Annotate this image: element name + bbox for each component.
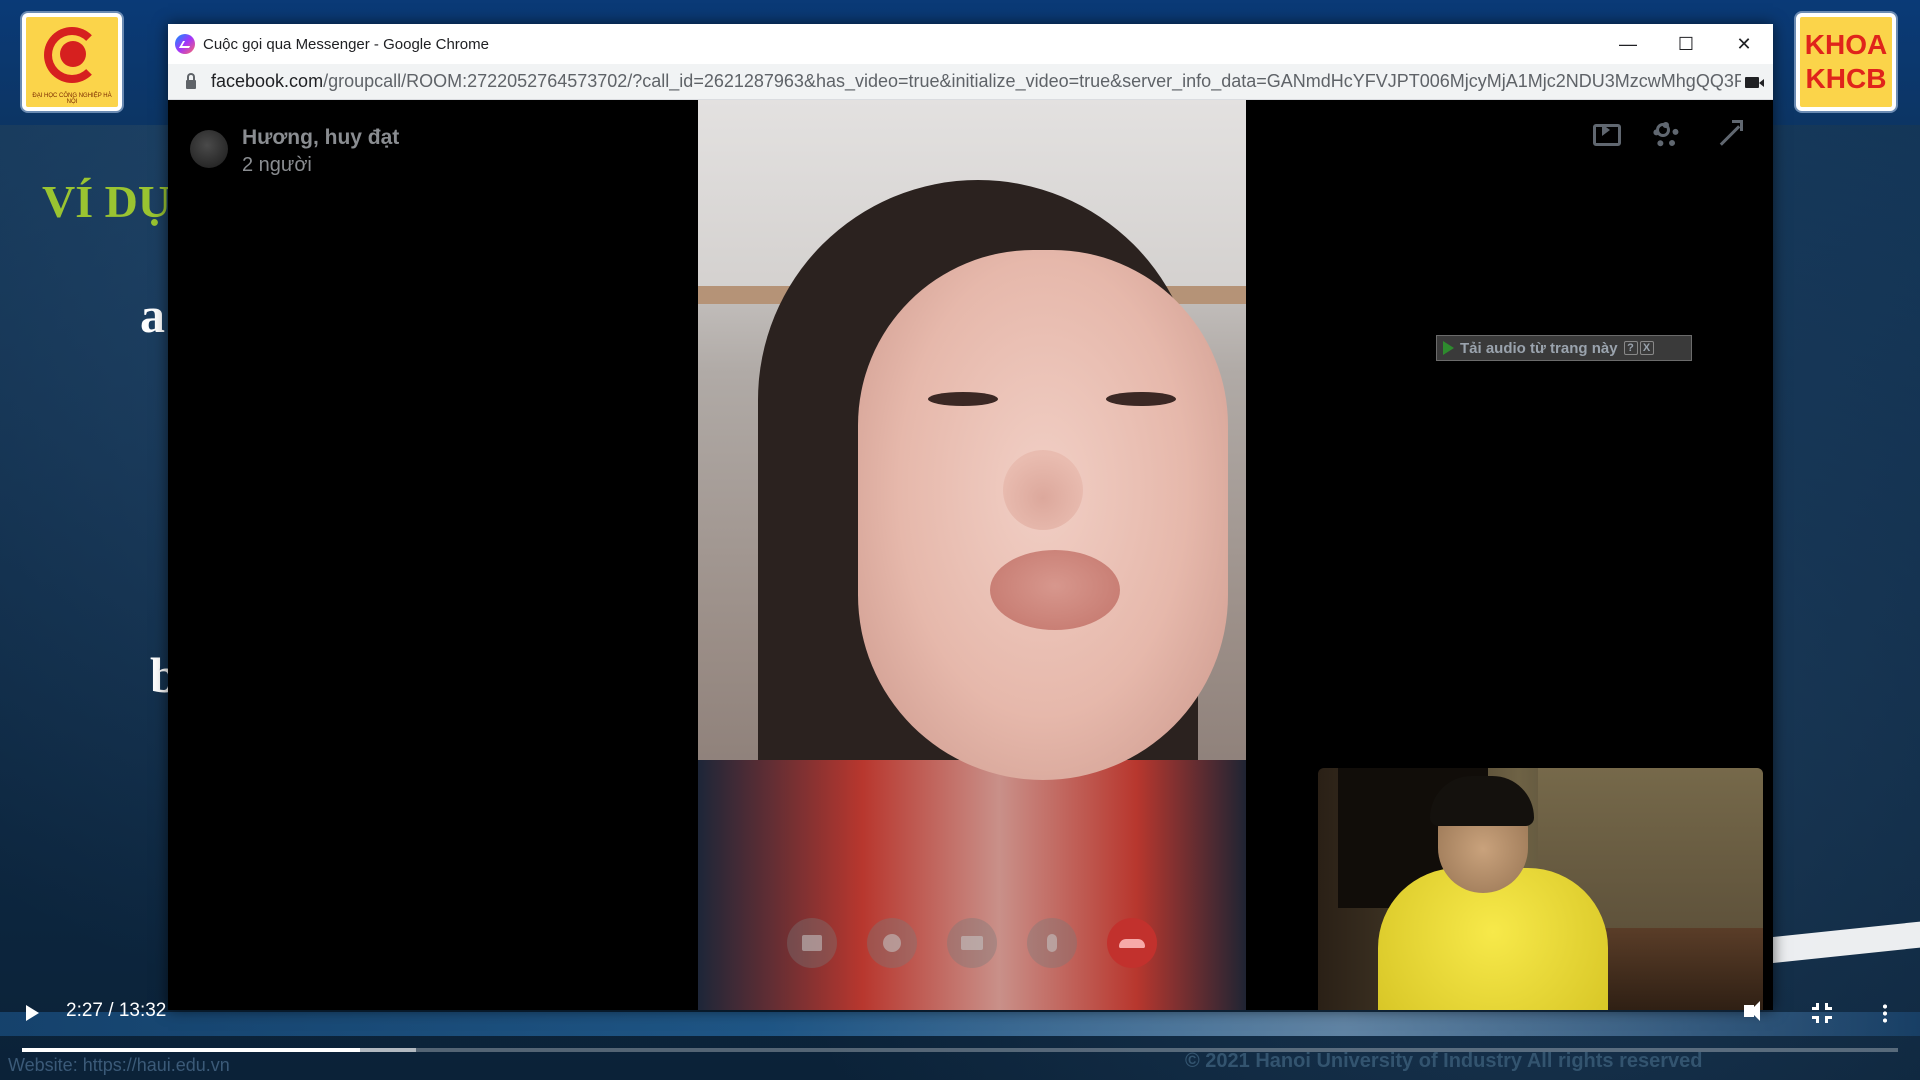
audio-download-label: Tải audio từ trang này bbox=[1460, 339, 1618, 357]
settings-gear-icon[interactable] bbox=[1653, 120, 1683, 150]
url-path: /groupcall/ROOM:2722052764573702/?call_i… bbox=[323, 71, 1741, 91]
minimize-button[interactable]: — bbox=[1599, 24, 1657, 64]
call-area: Hương, huy đạt 2 người Tải audio từ tran… bbox=[168, 100, 1773, 1010]
slide-footer-website: Website: https://haui.edu.vn bbox=[8, 1055, 230, 1075]
url-host: facebook.com bbox=[211, 71, 324, 91]
maximize-button[interactable]: ☐ bbox=[1657, 24, 1715, 64]
exit-fullscreen-icon[interactable] bbox=[1812, 1003, 1832, 1023]
progress-bar[interactable] bbox=[22, 1048, 1898, 1052]
participant-count: 2 người bbox=[242, 154, 312, 176]
call-top-toolbar bbox=[1593, 120, 1743, 150]
messenger-icon bbox=[175, 34, 195, 54]
audio-download-prompt[interactable]: Tải audio từ trang này ? X bbox=[1436, 335, 1692, 361]
camera-toggle-button[interactable] bbox=[947, 918, 997, 968]
university-logo: ĐẠI HỌC CÔNG NGHIỆP HÀ NỘI bbox=[22, 13, 122, 111]
play-button[interactable] bbox=[26, 1005, 39, 1021]
window-titlebar[interactable]: Cuộc gọi qua Messenger - Google Chrome —… bbox=[168, 24, 1773, 64]
window-title: Cuộc gọi qua Messenger - Google Chrome bbox=[203, 35, 489, 53]
play-icon bbox=[1443, 341, 1454, 355]
screen: ĐẠI HỌC CÔNG NGHIỆP HÀ NỘI KHOA KHCB VÍ … bbox=[0, 0, 1920, 1080]
lock-icon[interactable] bbox=[186, 73, 196, 89]
self-video-preview[interactable] bbox=[1318, 768, 1763, 1010]
microphone-icon bbox=[1047, 934, 1057, 952]
add-person-icon bbox=[883, 934, 901, 952]
share-screen-icon bbox=[802, 935, 822, 951]
more-options-icon[interactable] bbox=[1883, 1003, 1887, 1023]
close-button[interactable]: ✕ bbox=[1715, 24, 1773, 64]
playback-time: 2:27 / 13:32 bbox=[66, 1000, 167, 1021]
volume-icon[interactable] bbox=[1744, 1001, 1760, 1021]
faculty-logo: KHOA KHCB bbox=[1796, 13, 1896, 111]
progress-played bbox=[22, 1048, 360, 1052]
camera-in-use-icon[interactable] bbox=[1745, 77, 1764, 88]
address-bar[interactable]: facebook.com/groupcall/ROOM:272205276457… bbox=[168, 64, 1773, 100]
audio-close-button[interactable]: X bbox=[1639, 341, 1654, 355]
faculty-logo-line2: KHCB bbox=[1805, 63, 1887, 94]
slide-footer-copyright: © 2021 Hanoi University of Industry All … bbox=[1185, 1050, 1703, 1072]
mic-toggle-button[interactable] bbox=[1027, 918, 1077, 968]
hang-up-icon bbox=[1119, 938, 1145, 948]
group-avatar bbox=[190, 130, 228, 168]
slide-heading: VÍ DỤ bbox=[42, 176, 172, 227]
screen-share-view-icon[interactable] bbox=[1593, 120, 1623, 150]
slide-item-a: a bbox=[140, 287, 165, 343]
call-controls bbox=[698, 918, 1246, 974]
audio-help-button[interactable]: ? bbox=[1623, 341, 1638, 355]
chrome-call-window: Cuộc gọi qua Messenger - Google Chrome —… bbox=[168, 24, 1773, 1010]
add-person-button[interactable] bbox=[867, 918, 917, 968]
end-call-button[interactable] bbox=[1107, 918, 1157, 968]
participant-names: Hương, huy đạt bbox=[242, 126, 400, 149]
call-header: Hương, huy đạt 2 người bbox=[190, 126, 399, 177]
url-text[interactable]: facebook.com/groupcall/ROOM:272205276457… bbox=[211, 71, 1741, 92]
share-screen-button[interactable] bbox=[787, 918, 837, 968]
faculty-logo-line1: KHOA bbox=[1804, 29, 1888, 60]
fullscreen-expand-icon[interactable] bbox=[1713, 120, 1743, 150]
video-camera-icon bbox=[961, 936, 983, 950]
remote-video bbox=[698, 100, 1246, 1010]
slide-decoration-band bbox=[0, 1012, 1920, 1036]
slide-decoration bbox=[1760, 921, 1920, 965]
